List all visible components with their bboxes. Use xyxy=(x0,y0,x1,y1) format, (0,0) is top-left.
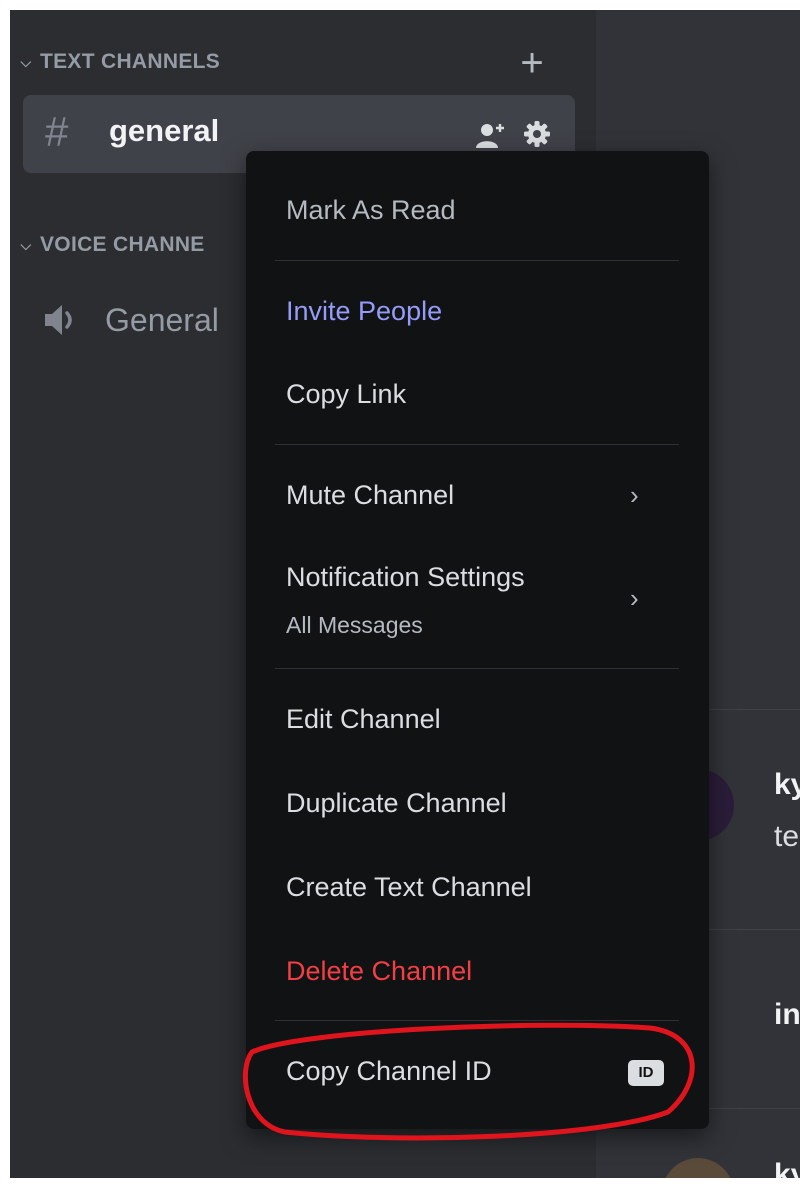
speaker-icon xyxy=(45,305,72,335)
menu-item-copy-channel-id[interactable]: Copy Channel ID xyxy=(286,1056,492,1087)
channel-name: general xyxy=(109,113,220,148)
menu-separator xyxy=(275,668,679,669)
chevron-right-icon: › xyxy=(630,480,639,510)
hash-icon: # xyxy=(45,108,69,155)
menu-separator xyxy=(275,260,679,261)
chevron-down-icon: ⌵ xyxy=(20,236,32,253)
message-author[interactable]: ky xyxy=(774,768,800,802)
notification-settings-value: All Messages xyxy=(286,612,423,638)
chevron-right-icon: › xyxy=(630,583,639,613)
channel-name: General xyxy=(105,301,219,338)
menu-item-mark-as-read[interactable]: Mark As Read xyxy=(286,195,456,226)
channel-item-voice-general[interactable]: General xyxy=(43,295,219,345)
id-badge-icon: ID xyxy=(628,1060,664,1086)
category-label: TEXT CHANNELS xyxy=(40,50,221,73)
menu-item-copy-link[interactable]: Copy Link xyxy=(286,379,406,410)
menu-item-invite-people[interactable]: Invite People xyxy=(286,296,442,327)
menu-item-edit-channel[interactable]: Edit Channel xyxy=(286,704,441,735)
category-label: VOICE CHANNE xyxy=(40,233,205,256)
message-author[interactable]: in xyxy=(774,998,800,1032)
menu-item-mute-channel[interactable]: Mute Channel xyxy=(286,480,454,511)
menu-item-create-text-channel[interactable]: Create Text Channel xyxy=(286,872,532,903)
menu-separator xyxy=(275,1020,679,1021)
chevron-down-icon: ⌵ xyxy=(20,53,32,70)
message-author[interactable]: ky xyxy=(774,1158,800,1178)
gear-icon[interactable] xyxy=(523,120,551,148)
message-content: te xyxy=(774,820,800,853)
menu-separator xyxy=(275,444,679,445)
category-text-channels[interactable]: ⌵ TEXT CHANNELS xyxy=(16,47,526,77)
menu-item-notification-settings[interactable]: Notification Settings xyxy=(286,562,525,593)
category-voice-channels[interactable]: ⌵ VOICE CHANNE xyxy=(16,230,276,260)
plus-icon[interactable]: + xyxy=(512,43,552,83)
channel-context-menu: Mark As Read Invite People Copy Link Mut… xyxy=(246,151,709,1129)
menu-item-delete-channel[interactable]: Delete Channel xyxy=(286,956,472,987)
menu-item-duplicate-channel[interactable]: Duplicate Channel xyxy=(286,788,507,819)
discord-window: ⌵ TEXT CHANNELS + # general ⌵ VOICE CHAN… xyxy=(10,10,800,1178)
add-member-icon[interactable] xyxy=(475,121,507,149)
